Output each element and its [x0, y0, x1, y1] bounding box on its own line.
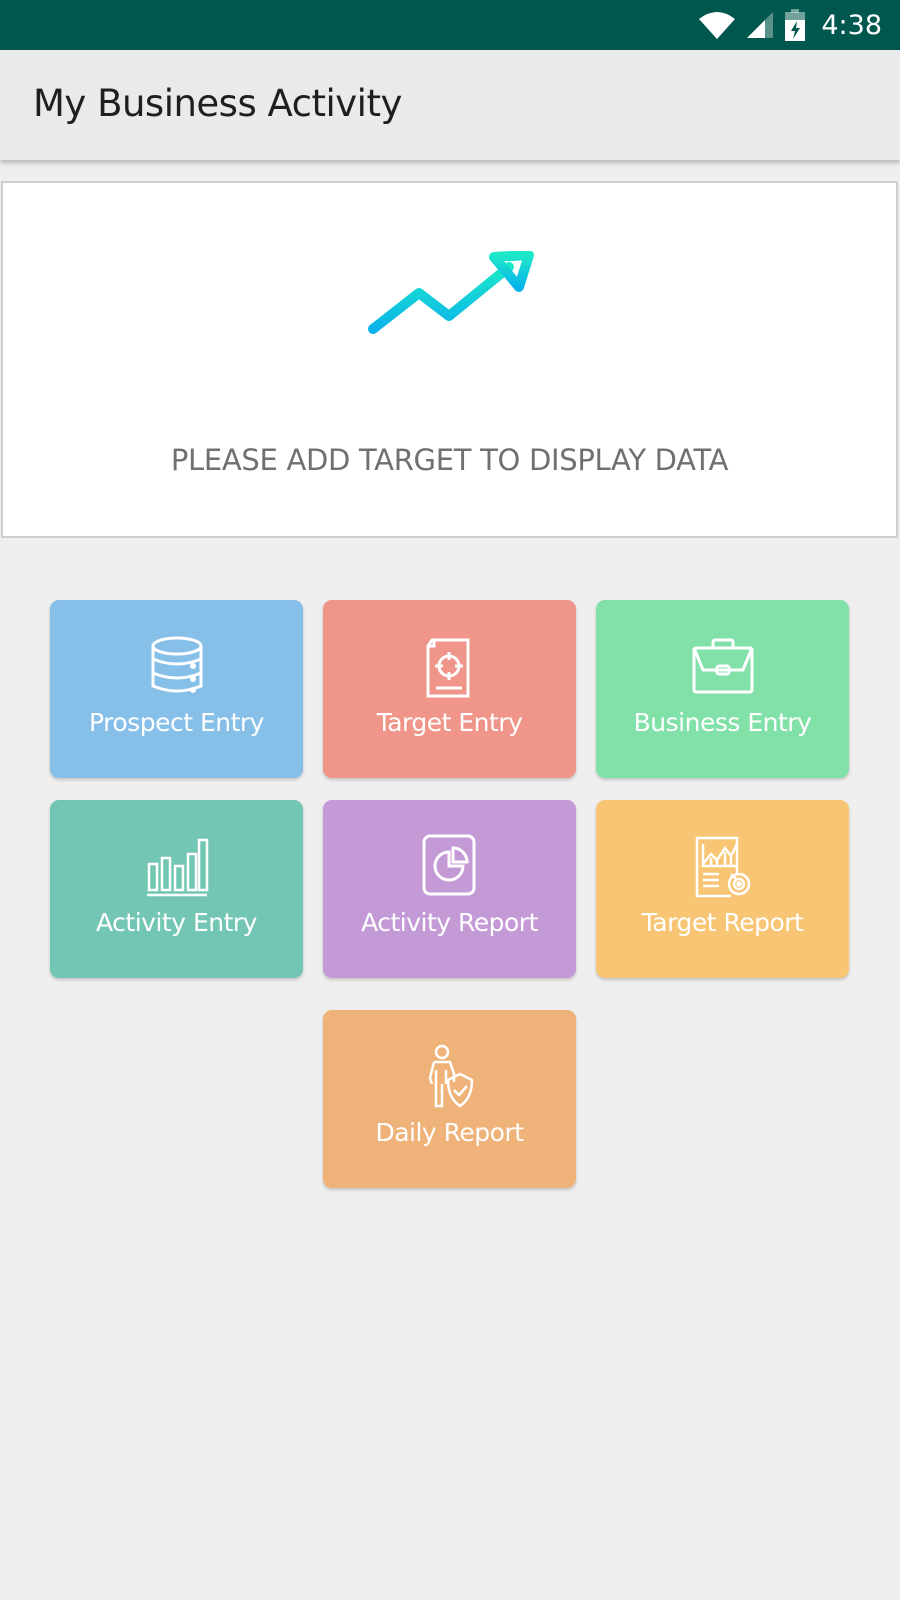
- page-title: My Business Activity: [33, 82, 402, 125]
- target-document-icon: [426, 638, 469, 698]
- daily-report-tile[interactable]: Daily Report: [323, 1010, 576, 1188]
- status-bar: 4:38: [0, 0, 900, 50]
- app-bar: My Business Activity: [0, 50, 900, 160]
- empty-state-message: PLEASE ADD TARGET TO DISPLAY DATA: [170, 443, 729, 477]
- battery-charging-icon: [785, 9, 806, 41]
- tile-label: Activity Report: [361, 908, 538, 937]
- tile-label: Activity Entry: [96, 908, 257, 937]
- bar-chart-icon: [146, 838, 208, 897]
- target-summary-card: PLEASE ADD TARGET TO DISPLAY DATA: [1, 181, 898, 538]
- tile-label: Daily Report: [375, 1118, 524, 1147]
- target-report-icon: [695, 836, 750, 898]
- cell-signal-icon: [747, 12, 774, 38]
- target-entry-tile[interactable]: Target Entry: [323, 600, 576, 778]
- pie-chart-report-icon: [422, 834, 475, 896]
- business-entry-tile[interactable]: Business Entry: [596, 600, 849, 778]
- target-report-tile[interactable]: Target Report: [596, 800, 849, 978]
- trending-up-chart-icon: [349, 251, 551, 429]
- database-icon: [151, 636, 202, 693]
- status-icons: 4:38: [699, 8, 882, 42]
- briefcase-icon: [692, 638, 753, 694]
- tile-label: Target Entry: [376, 708, 523, 737]
- prospect-entry-tile[interactable]: Prospect Entry: [50, 600, 303, 778]
- tile-label: Prospect Entry: [89, 708, 264, 737]
- status-time: 4:38: [821, 9, 882, 41]
- tile-label: Business Entry: [633, 708, 812, 737]
- activity-entry-tile[interactable]: Activity Entry: [50, 800, 303, 978]
- activity-report-tile[interactable]: Activity Report: [323, 800, 576, 978]
- person-shield-icon: [428, 1044, 473, 1108]
- tile-label: Target Report: [641, 908, 804, 937]
- wifi-icon: [699, 12, 736, 39]
